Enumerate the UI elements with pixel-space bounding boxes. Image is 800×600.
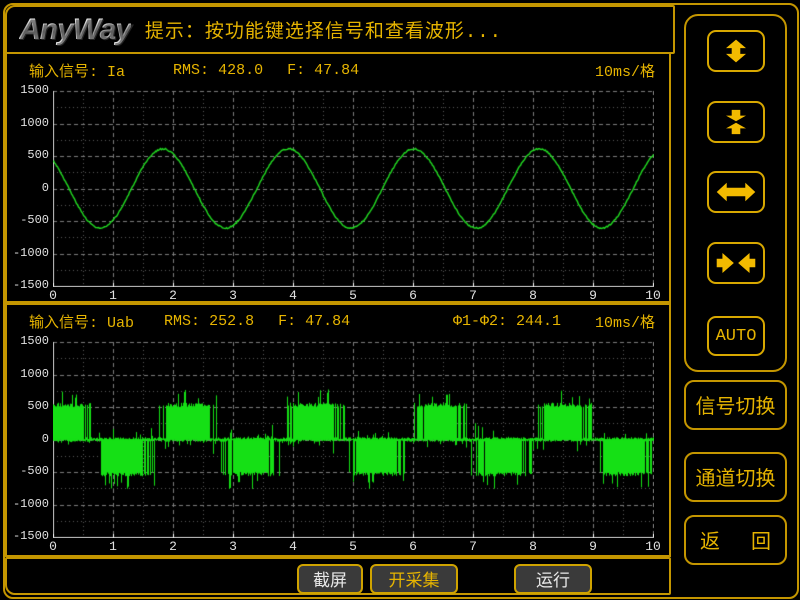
x-tick-label: 1	[100, 540, 126, 554]
y-tick-label: -500	[9, 213, 49, 227]
x-tick-label: 2	[160, 540, 186, 554]
rms-value: RMS: 252.8	[164, 313, 254, 330]
header-bar: AnyWay 提示：按功能键选择信号和查看波形...	[5, 5, 675, 54]
waveform-panel-uab: 输入信号: Uab RMS: 252.8 F: 47.84 Φ1-Φ2: 244…	[5, 303, 671, 557]
x-tick-label: 8	[520, 540, 546, 554]
screenshot-button[interactable]: 截屏	[297, 564, 363, 594]
x-tick-label: 2	[160, 289, 186, 303]
x-tick-label: 1	[100, 289, 126, 303]
x-tick-label: 6	[400, 540, 426, 554]
x-tick-label: 3	[220, 289, 246, 303]
y-tick-label: 1500	[9, 83, 49, 97]
x-tick-label: 0	[40, 540, 66, 554]
x-tick-label: 5	[340, 289, 366, 303]
frequency-value: F: 47.84	[287, 62, 359, 79]
y-tick-label: 0	[9, 181, 49, 195]
x-tick-label: 9	[580, 289, 606, 303]
signal-switch-button[interactable]: 信号切换	[684, 380, 787, 430]
y-tick-label: 500	[9, 148, 49, 162]
y-tick-label: 1000	[9, 116, 49, 130]
run-button[interactable]: 运行	[514, 564, 592, 594]
x-tick-label: 4	[280, 289, 306, 303]
signal-label: 输入信号: Uab	[29, 311, 134, 332]
auto-button[interactable]: AUTO	[707, 316, 765, 356]
x-tick-label: 7	[460, 540, 486, 554]
timebase-label: 10ms/格	[595, 311, 655, 332]
x-tick-label: 5	[340, 540, 366, 554]
x-tick-label: 0	[40, 289, 66, 303]
chart-area-0: 150010005000-500-1000-1500012345678910	[7, 86, 669, 302]
frequency-value: F: 47.84	[278, 313, 350, 330]
y-tick-label: 0	[9, 432, 49, 446]
tip-message: 提示：按功能键选择信号和查看波形...	[145, 16, 502, 43]
return-button[interactable]: 返 回	[684, 515, 787, 565]
x-tick-label: 8	[520, 289, 546, 303]
compress-horizontal-button[interactable]	[707, 242, 765, 284]
panel-header-uab: 输入信号: Uab RMS: 252.8 F: 47.84 Φ1-Φ2: 244…	[7, 311, 669, 332]
y-tick-label: 1500	[9, 334, 49, 348]
waveform-canvas-1	[53, 341, 654, 538]
expand-vertical-icon	[716, 36, 756, 66]
y-tick-label: -1000	[9, 246, 49, 260]
start-capture-button[interactable]: 开采集	[370, 564, 458, 594]
y-tick-label: -1000	[9, 497, 49, 511]
x-tick-label: 4	[280, 540, 306, 554]
chart-area-1: 150010005000-500-1000-1500012345678910	[7, 337, 669, 553]
oscilloscope-screen: AnyWay 提示：按功能键选择信号和查看波形... 输入信号: Ia RMS:…	[0, 0, 800, 600]
panel-header-ia: 输入信号: Ia RMS: 428.0 F: 47.84 10ms/格	[7, 60, 669, 81]
expand-vertical-button[interactable]	[707, 30, 765, 72]
compress-horizontal-icon	[716, 248, 756, 278]
x-tick-label: 10	[640, 289, 666, 303]
expand-horizontal-button[interactable]	[707, 171, 765, 213]
anyway-logo: AnyWay	[19, 13, 131, 47]
bottom-toolbar: 截屏 开采集 运行	[5, 557, 671, 595]
y-tick-label: 1000	[9, 367, 49, 381]
compress-vertical-icon	[716, 107, 756, 137]
waveform-canvas-0	[53, 90, 654, 287]
compress-vertical-button[interactable]	[707, 101, 765, 143]
x-tick-label: 3	[220, 540, 246, 554]
rms-value: RMS: 428.0	[173, 62, 263, 79]
x-tick-label: 9	[580, 540, 606, 554]
phase-difference-value: Φ1-Φ2: 244.1	[453, 313, 561, 330]
x-tick-label: 7	[460, 289, 486, 303]
channel-switch-button[interactable]: 通道切换	[684, 452, 787, 502]
signal-label: 输入信号: Ia	[29, 60, 125, 81]
expand-horizontal-icon	[716, 177, 756, 207]
x-tick-label: 6	[400, 289, 426, 303]
x-tick-label: 10	[640, 540, 666, 554]
timebase-label: 10ms/格	[595, 60, 655, 81]
waveform-panel-ia: 输入信号: Ia RMS: 428.0 F: 47.84 10ms/格 1500…	[5, 52, 671, 303]
zoom-button-group: AUTO	[684, 14, 787, 372]
y-tick-label: 500	[9, 399, 49, 413]
y-tick-label: -500	[9, 464, 49, 478]
